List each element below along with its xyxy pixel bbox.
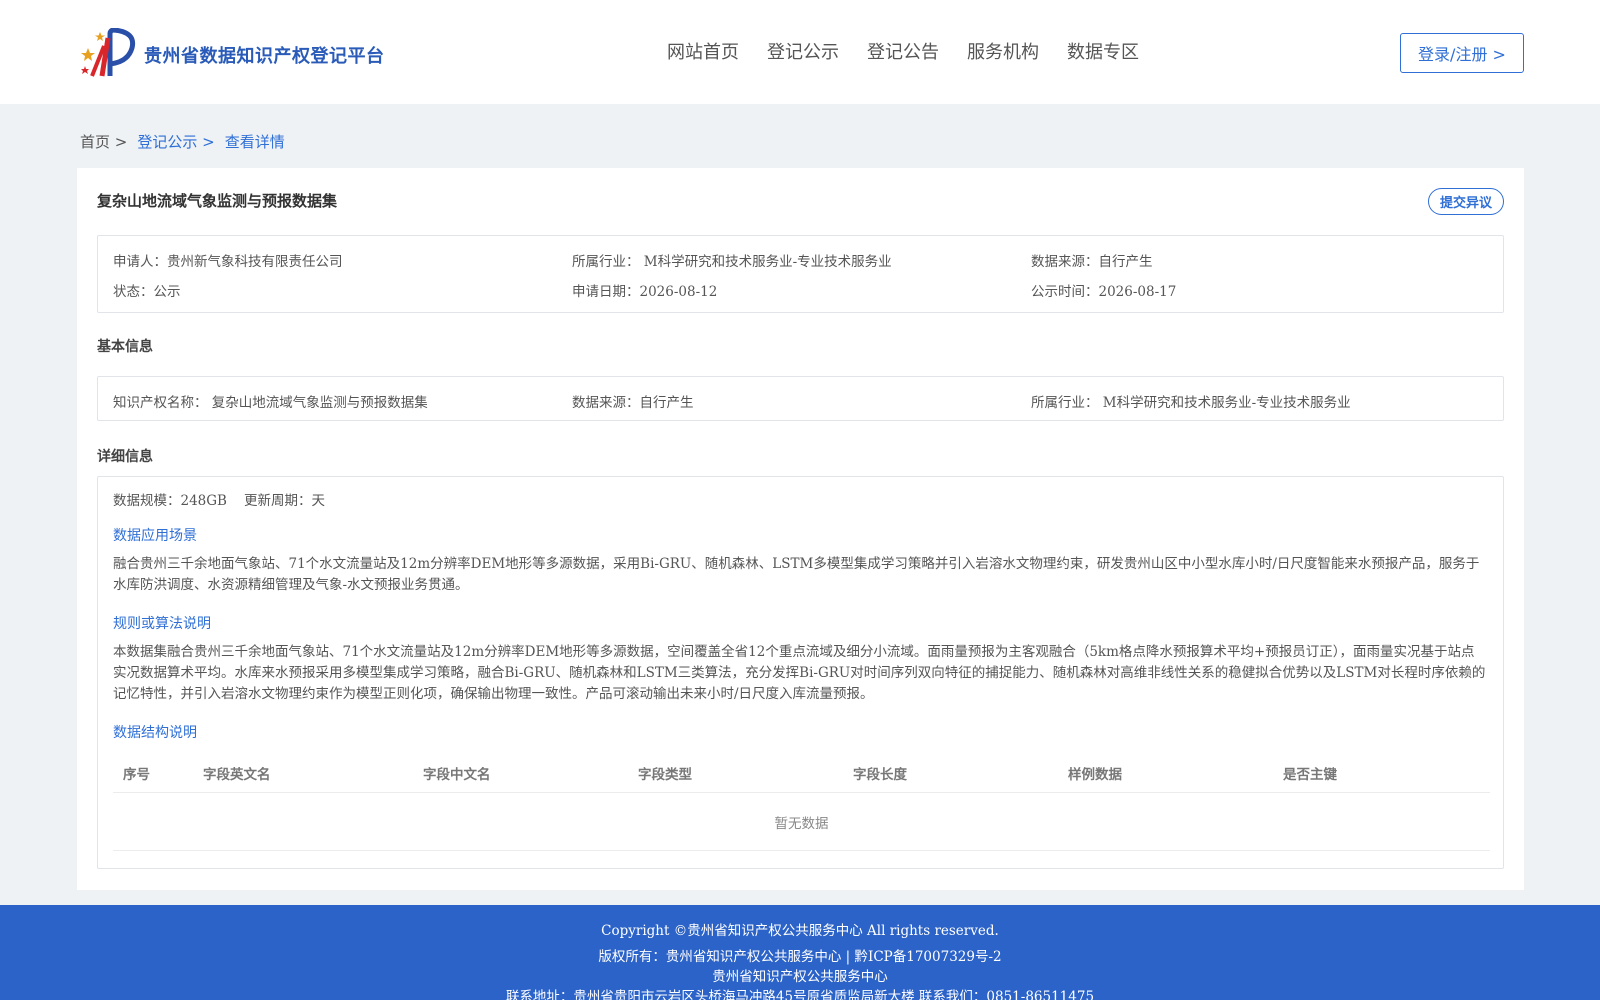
industry-field: 所属行业： M科学研究和技术服务业-专业技术服务业 [572, 254, 892, 270]
scenario-title: 数据应用场景 [113, 528, 197, 544]
update-cycle-field: 更新周期：天 [244, 493, 325, 509]
structure-title: 数据结构说明 [113, 725, 197, 741]
scenario-text: 融合贵州三千余地面气象站、71个水文流量站及12m分辨率DEM地形等多源数据，采… [113, 556, 1480, 593]
apply-date-field: 申请日期：2026-08-12 [572, 284, 718, 300]
footer-org: 贵州省知识产权公共服务中心 [712, 969, 888, 985]
site-header: 贵州省数据知识产权登记平台 网站首页 登记公示 登记公告 服务机构 数据专区 登… [0, 0, 1600, 104]
detail-info-box: 数据规模：248GB 更新周期：天 数据应用场景 融合贵州三千余地面气象站、71… [97, 476, 1504, 869]
breadcrumb: 首页 > 登记公示 > 查看详情 [80, 131, 295, 152]
detail-panel: 复杂山地流域气象监测与预报数据集 提交异议 申请人：贵州新气象科技有限责任公司 … [77, 168, 1524, 890]
site-footer: Copyright ©贵州省知识产权公共服务中心 All rights rese… [0, 905, 1600, 1000]
login-register-button[interactable]: 登录/注册 > [1400, 33, 1524, 73]
summary-box: 申请人：贵州新气象科技有限责任公司 所属行业： M科学研究和技术服务业-专业技术… [97, 235, 1504, 313]
source-field: 数据来源：自行产生 [1031, 254, 1153, 270]
column-header-chinese-name: 字段中文名 [423, 767, 491, 783]
basic-industry-field: 所属行业： M科学研究和技术服务业-专业技术服务业 [1031, 395, 1351, 411]
breadcrumb-home[interactable]: 首页 > [80, 133, 127, 151]
algorithm-text: 本数据集融合贵州三千余地面气象站、71个水文流量站及12m分辨率DEM地形等多源… [113, 644, 1486, 702]
breadcrumb-current: 查看详情 [224, 133, 285, 151]
detail-info-heading: 详细信息 [97, 449, 153, 465]
algorithm-title: 规则或算法说明 [113, 616, 211, 632]
column-header-primary-key: 是否主键 [1283, 767, 1337, 783]
column-header-english-name: 字段英文名 [203, 767, 271, 783]
basic-info-heading: 基本信息 [97, 339, 153, 355]
nav-item-home[interactable]: 网站首页 [667, 38, 739, 64]
basic-info-box: 知识产权名称： 复杂山地流域气象监测与预报数据集 数据来源：自行产生 所属行业：… [97, 376, 1504, 421]
submit-objection-button[interactable]: 提交异议 [1428, 188, 1504, 215]
nav-item-registration-announcement[interactable]: 登记公告 [867, 38, 939, 64]
ip-name-field: 知识产权名称： 复杂山地流域气象监测与预报数据集 [113, 395, 428, 411]
breadcrumb-section[interactable]: 登记公示 > [137, 133, 214, 151]
nav-item-data-zone[interactable]: 数据专区 [1067, 38, 1139, 64]
column-header-index: 序号 [123, 767, 150, 783]
structure-table-header: 序号 字段英文名 字段中文名 字段类型 字段长度 样例数据 是否主键 [113, 751, 1490, 793]
footer-copyright: Copyright ©贵州省知识产权公共服务中心 All rights rese… [601, 923, 999, 939]
applicant-field: 申请人：贵州新气象科技有限责任公司 [113, 254, 343, 270]
status-field: 状态：公示 [113, 284, 181, 300]
page-title: 复杂山地流域气象监测与预报数据集 [97, 192, 338, 210]
basic-source-field: 数据来源：自行产生 [572, 395, 694, 411]
site-logo-icon[interactable] [80, 28, 138, 78]
nav-item-service-agencies[interactable]: 服务机构 [967, 38, 1039, 64]
footer-address: 联系地址：贵州省贵阳市云岩区头桥海马冲路45号原省质监局新大楼 联系我们：085… [505, 989, 1095, 1000]
column-header-sample-data: 样例数据 [1068, 767, 1122, 783]
publish-date-field: 公示时间：2026-08-17 [1031, 284, 1177, 300]
main-nav: 网站首页 登记公示 登记公告 服务机构 数据专区 [667, 38, 1139, 64]
footer-owner[interactable]: 版权所有：贵州省知识产权公共服务中心 | 黔ICP备17007329号-2 [0, 945, 1600, 965]
table-empty-state: 暂无数据 [113, 793, 1490, 851]
column-header-field-length: 字段长度 [853, 767, 907, 783]
nav-item-registration-publicity[interactable]: 登记公示 [767, 38, 839, 64]
column-header-field-type: 字段类型 [638, 767, 692, 783]
data-scale-field: 数据规模：248GB [113, 493, 227, 509]
site-title[interactable]: 贵州省数据知识产权登记平台 [144, 42, 385, 68]
